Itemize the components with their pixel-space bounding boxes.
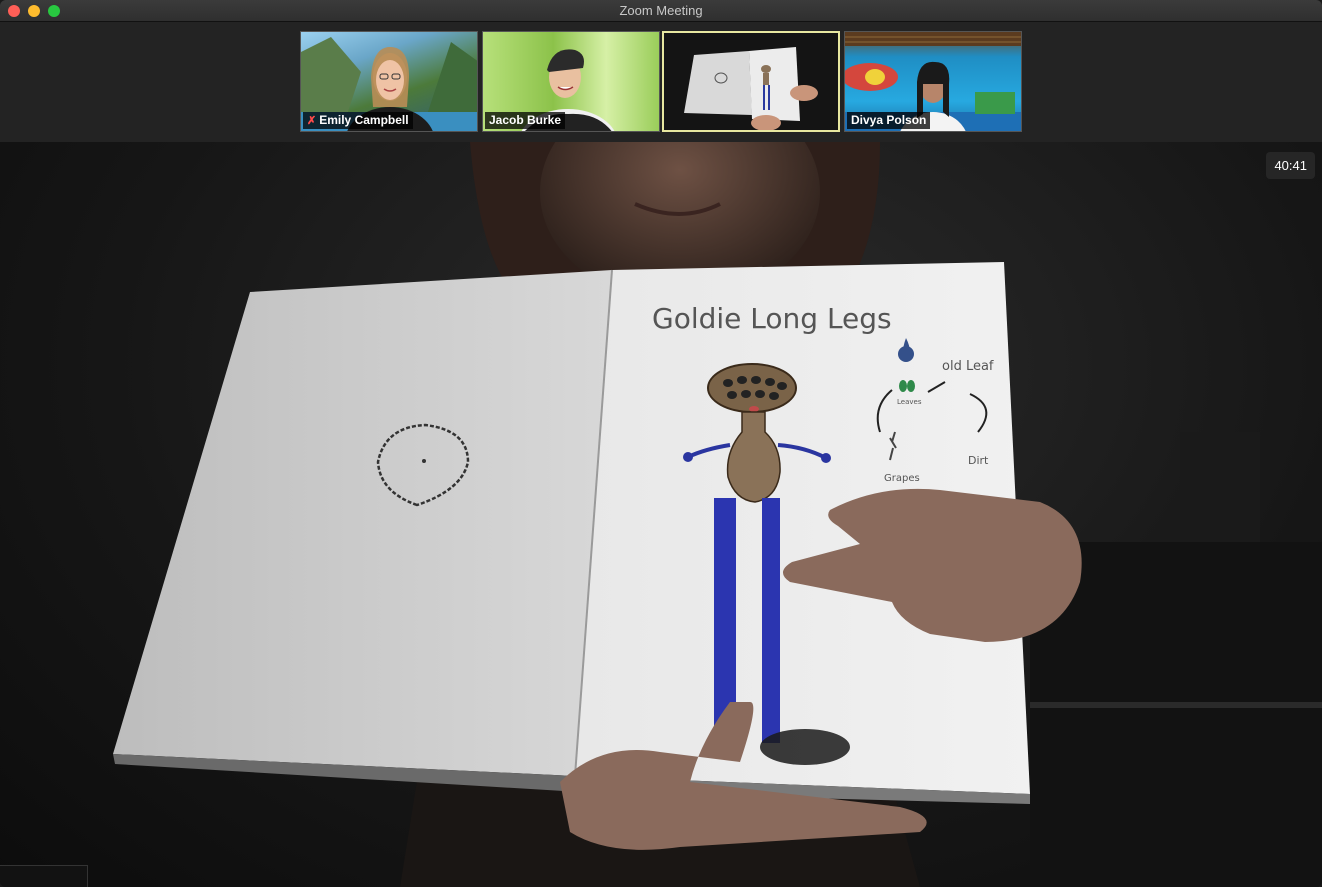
speaker-video-frame: Goldie Long Legs old Leaf Leaves Grapes …	[113, 142, 1322, 887]
meeting-timer: 40:41	[1266, 152, 1315, 179]
participant-name-label: ✗ Emily Campbell	[303, 112, 413, 129]
participant-video	[664, 33, 838, 130]
main-speaker-video: Goldie Long Legs old Leaf Leaves Grapes …	[0, 142, 1322, 887]
label-grapes: Grapes	[884, 473, 920, 484]
label-old-leaf: old Leaf	[942, 359, 994, 374]
participant-strip: ✗ Emily Campbell Jacob Burke Divya Polso…	[0, 22, 1322, 142]
title-bar: Zoom Meeting	[0, 0, 1322, 22]
participant-thumbnail-jacob[interactable]: Jacob Burke	[482, 31, 660, 132]
participant-thumbnail-active-speaker[interactable]	[662, 31, 840, 132]
participant-thumbnail-emily[interactable]: ✗ Emily Campbell	[300, 31, 478, 132]
self-view-placeholder	[0, 865, 88, 887]
window-title: Zoom Meeting	[619, 3, 703, 18]
zoom-window: Zoom Meeting ✗ Emily Campbell Jacob Burk…	[0, 0, 1322, 887]
label-leaves: Leaves	[897, 398, 922, 406]
microphone-muted-icon: ✗	[307, 114, 317, 127]
participant-name-label: Divya Polson	[847, 112, 931, 129]
label-dirt: Dirt	[968, 454, 989, 467]
participant-thumbnail-divya[interactable]: Divya Polson	[844, 31, 1022, 132]
book-title: Goldie Long Legs	[652, 302, 892, 335]
participant-name-label: Jacob Burke	[485, 112, 566, 129]
